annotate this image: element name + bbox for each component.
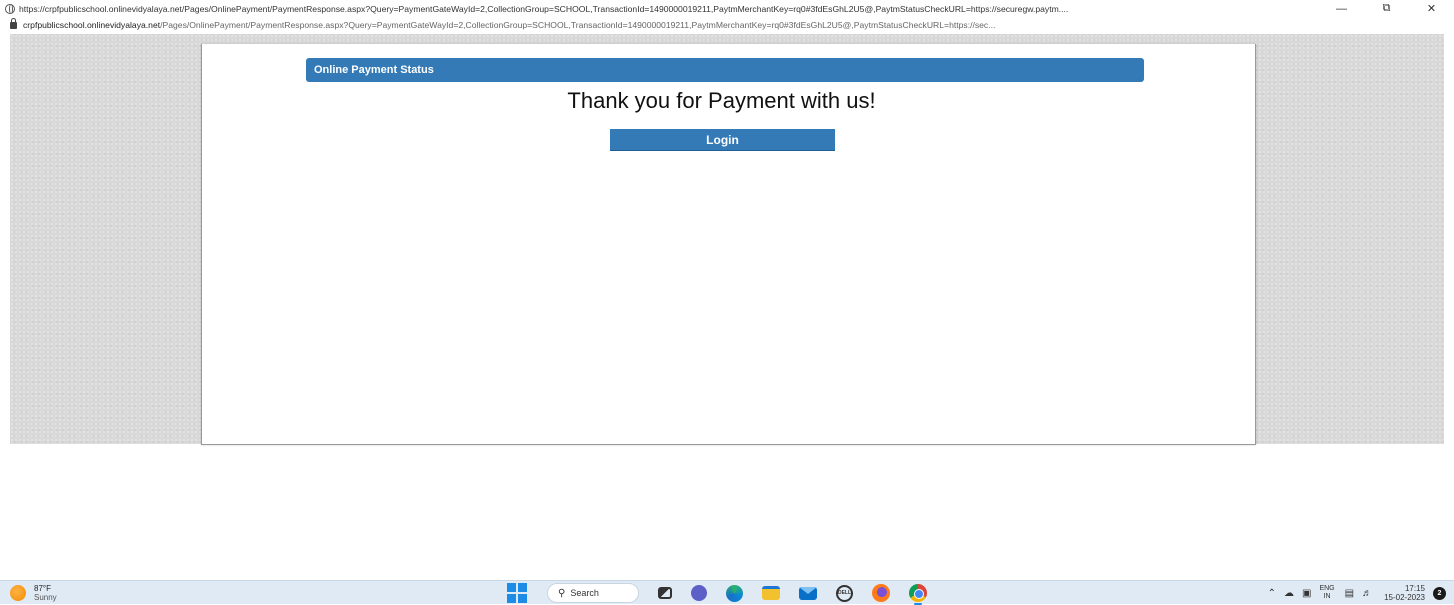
task-view-icon[interactable] — [658, 587, 672, 599]
search-icon: ⚲ — [558, 587, 566, 599]
taskbar-apps: ⚲ Search DELL — [507, 583, 927, 605]
address-host: crpfpublicschool.onlinevidyalaya.net — [23, 19, 161, 30]
address-bar[interactable]: crpfpublicschool.onlinevidyalaya.net/Pag… — [0, 17, 1454, 32]
notification-badge[interactable]: 2 — [1433, 586, 1446, 600]
globe-icon — [5, 3, 15, 14]
language-code: ENG — [1319, 585, 1335, 592]
chat-icon[interactable] — [691, 585, 707, 601]
weather-condition: Sunny — [34, 593, 57, 602]
taskbar-search[interactable]: ⚲ Search — [547, 583, 639, 603]
payment-status-header: Online Payment Status — [306, 58, 1144, 82]
mail-icon[interactable] — [799, 586, 817, 600]
wifi-icon[interactable]: ▤ — [1345, 588, 1354, 599]
weather-widget[interactable]: 87°F Sunny — [10, 583, 57, 603]
thank-you-message: Thank you for Payment with us! — [567, 88, 876, 113]
window-controls: — ⧉ ✕ — [1319, 0, 1454, 17]
lock-icon[interactable] — [10, 18, 17, 29]
weather-temperature: 87°F — [34, 584, 51, 593]
chrome-icon[interactable] — [909, 584, 927, 605]
file-explorer-icon[interactable] — [762, 586, 780, 600]
windows-start-icon[interactable] — [507, 583, 527, 603]
window-title: https://crpfpublicschool.onlinevidyalaya… — [19, 3, 1069, 14]
login-button[interactable]: Login — [610, 129, 835, 151]
close-button[interactable]: ✕ — [1409, 0, 1454, 17]
cloud-icon[interactable]: ☁ — [1284, 588, 1294, 599]
chevron-up-icon[interactable]: ⌃ — [1268, 588, 1276, 599]
weather-text: 87°F Sunny — [34, 584, 57, 602]
page-viewport: Online Payment Status Thank you for Paym… — [10, 34, 1444, 445]
speaker-icon[interactable]: ♬ — [1362, 588, 1372, 599]
clock-date: 15-02-2023 — [1384, 593, 1425, 602]
edge-browser-icon[interactable] — [726, 584, 743, 602]
search-label: Search — [570, 588, 599, 598]
system-tray: ⌃ ☁ ▣ ENG IN ▤ ♬ 17:15 15-02-2023 2 — [1268, 583, 1446, 603]
dell-icon-label: DELL — [837, 590, 852, 596]
network-drive-icon[interactable]: ▣ — [1302, 588, 1311, 599]
clock-time: 17:15 — [1404, 584, 1425, 593]
sun-icon — [10, 585, 26, 601]
minimize-button[interactable]: — — [1319, 0, 1364, 17]
address-url[interactable]: crpfpublicschool.onlinevidyalaya.net/Pag… — [23, 20, 1453, 30]
dell-icon[interactable]: DELL — [836, 584, 853, 602]
clock[interactable]: 17:15 15-02-2023 — [1384, 584, 1425, 602]
restore-button[interactable]: ⧉ — [1364, 0, 1409, 17]
firefox-icon[interactable] — [872, 584, 890, 602]
taskbar: 87°F Sunny ⚲ Search DELL ⌃ ☁ ▣ ENG IN ▤ … — [0, 580, 1454, 605]
address-path: /Pages/OnlinePayment/PaymentResponse.asp… — [160, 19, 996, 30]
language-indicator[interactable]: ENG IN — [1319, 585, 1334, 601]
region-code: IN — [1323, 593, 1331, 600]
content-panel: Online Payment Status Thank you for Paym… — [201, 44, 1256, 445]
window-title-bar: https://crpfpublicschool.onlinevidyalaya… — [0, 0, 1454, 17]
